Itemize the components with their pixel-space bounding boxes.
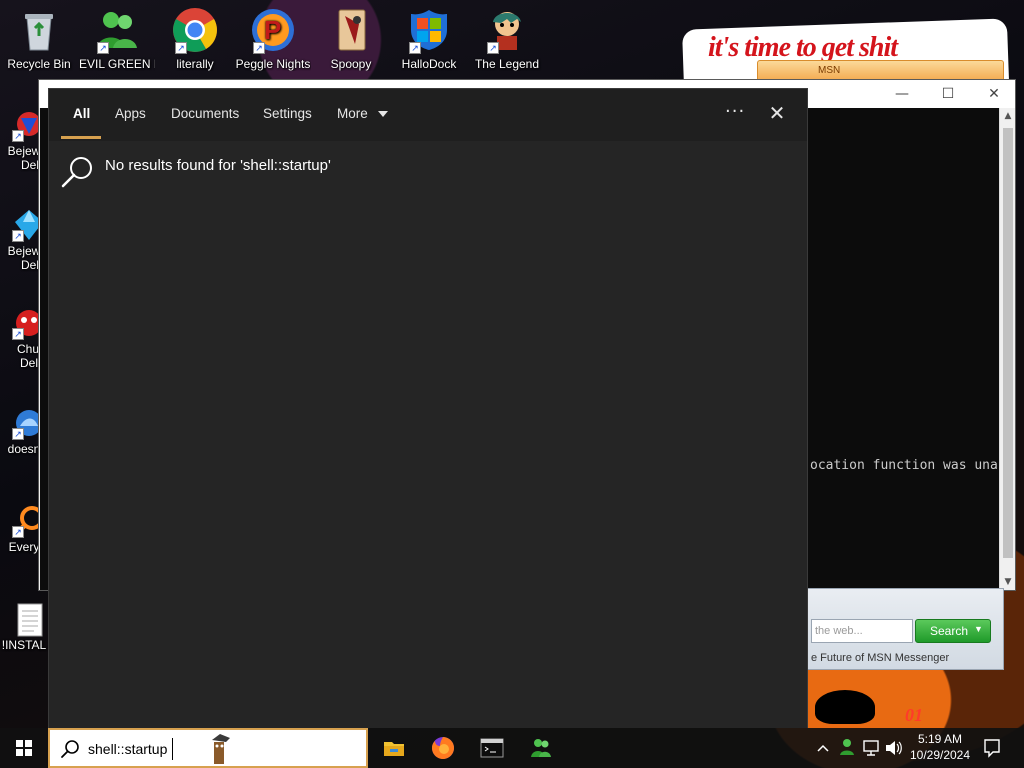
taskbar: shell::startup 5:19 AM 10/29/2024 xyxy=(0,728,1024,768)
desktop-icon-literally[interactable]: ↗ literally xyxy=(157,6,233,71)
recycle-bin-icon xyxy=(15,6,63,54)
scroll-up-arrow-icon[interactable]: ▲ xyxy=(1000,108,1016,124)
desktop-icon-peggle-nights[interactable]: P ↗ Peggle Nights xyxy=(235,6,311,71)
active-tab-indicator xyxy=(61,136,101,139)
desktop-icon-recycle-bin[interactable]: Recycle Bin xyxy=(1,6,77,71)
svg-text:P: P xyxy=(264,15,281,45)
close-flyout-icon[interactable]: ✕ xyxy=(765,101,789,125)
desktop-icon-hallodock[interactable]: ↗ HalloDock xyxy=(391,6,467,71)
volume-icon[interactable] xyxy=(884,728,904,768)
tab-more[interactable]: More xyxy=(337,106,388,121)
notification-center-icon[interactable] xyxy=(982,728,1002,768)
console-scrollbar[interactable]: ▲ ▼ xyxy=(999,108,1015,590)
text-cursor xyxy=(172,738,173,760)
taskbar-search-box[interactable]: shell::startup xyxy=(48,728,368,768)
msn-footer-text[interactable]: e Future of MSN Messenger xyxy=(811,652,949,664)
minimize-icon[interactable]: — xyxy=(887,84,917,104)
taskbar-terminal[interactable] xyxy=(468,728,516,768)
show-hidden-icons-chevron-icon[interactable] xyxy=(814,728,832,768)
no-results-message: No results found for 'shell::startup' xyxy=(105,157,331,174)
desktop-icon-evil-green-msn[interactable]: ↗ EVIL GREEN MSN.CO xyxy=(79,6,155,71)
search-flyout: All Apps Documents Settings More ··· ✕ N… xyxy=(48,88,808,728)
caret-down-icon xyxy=(377,111,388,118)
more-options-icon[interactable]: ··· xyxy=(725,101,745,122)
msn-messenger-icon: ↗ xyxy=(93,6,141,54)
scroll-thumb[interactable] xyxy=(1003,128,1013,558)
shortcut-arrow-icon: ↗ xyxy=(409,42,421,54)
msn-messenger-window[interactable]: the web... Search ▼ e Future of MSN Mess… xyxy=(806,588,1004,670)
search-mascot-icon xyxy=(212,734,230,764)
file-explorer-icon xyxy=(384,742,404,756)
shortcut-arrow-icon: ↗ xyxy=(12,428,24,440)
start-button[interactable] xyxy=(0,728,48,768)
shortcut-arrow-icon: ↗ xyxy=(12,328,24,340)
taskbar-file-explorer[interactable] xyxy=(370,728,418,768)
text-file-icon xyxy=(12,602,46,637)
desktop-icon-the-legend[interactable]: ↗ The Legend xyxy=(469,6,545,71)
shortcut-arrow-icon: ↗ xyxy=(175,42,187,54)
taskbar-firefox[interactable] xyxy=(419,728,467,768)
desktop-icon-install-file[interactable]: !INSTAL xyxy=(0,602,48,652)
no-results-row: No results found for 'shell::startup' xyxy=(61,151,781,191)
network-icon[interactable] xyxy=(862,728,880,768)
shortcut-arrow-icon: ↗ xyxy=(487,42,499,54)
msn-messenger-icon xyxy=(531,739,551,757)
msn-search-button[interactable]: Search ▼ xyxy=(915,619,991,643)
shortcut-arrow-icon: ↗ xyxy=(12,130,24,142)
chevron-down-icon[interactable]: ▼ xyxy=(974,624,983,634)
desktop-icon-spoopy[interactable]: Spoopy xyxy=(313,6,389,71)
search-icon xyxy=(61,740,79,758)
legend-game-icon: ↗ xyxy=(483,6,531,54)
msn-web-search-input[interactable]: the web... xyxy=(811,619,913,643)
shortcut-arrow-icon: ↗ xyxy=(97,42,109,54)
tab-apps[interactable]: Apps xyxy=(115,106,146,121)
firefox-icon xyxy=(432,737,454,759)
clock-time: 5:19 AM xyxy=(917,732,963,746)
shortcut-arrow-icon: ↗ xyxy=(12,230,24,242)
shortcut-arrow-icon: ↗ xyxy=(253,42,265,54)
shortcut-arrow-icon: ↗ xyxy=(12,526,24,538)
windows-start-icon xyxy=(16,740,32,756)
search-flyout-header: All Apps Documents Settings More ··· ✕ xyxy=(49,89,807,141)
chrome-icon: ↗ xyxy=(171,6,219,54)
terminal-icon xyxy=(480,738,504,758)
people-tray-icon[interactable] xyxy=(838,728,856,768)
peggle-icon: P ↗ xyxy=(249,6,297,54)
console-text-line: ocation function was una xyxy=(810,458,998,473)
spoopy-icon xyxy=(327,6,375,54)
search-icon xyxy=(61,157,92,188)
taskbar-msn-messenger[interactable] xyxy=(517,728,565,768)
pumpkin-logo-text: 01 xyxy=(905,705,923,725)
tab-documents[interactable]: Documents xyxy=(171,106,239,121)
clock-date: 10/29/2024 xyxy=(909,748,971,762)
maximize-icon[interactable]: ☐ xyxy=(933,84,963,104)
taskbar-clock[interactable]: 5:19 AM 10/29/2024 xyxy=(906,731,974,763)
windows-logo-icon: ↗ xyxy=(405,6,453,54)
pumpkin-eye xyxy=(815,690,875,724)
close-icon[interactable]: ✕ xyxy=(979,84,1009,104)
tab-settings[interactable]: Settings xyxy=(263,106,312,121)
tab-all[interactable]: All xyxy=(73,106,90,121)
taskbar-search-input[interactable]: shell::startup xyxy=(88,741,167,757)
